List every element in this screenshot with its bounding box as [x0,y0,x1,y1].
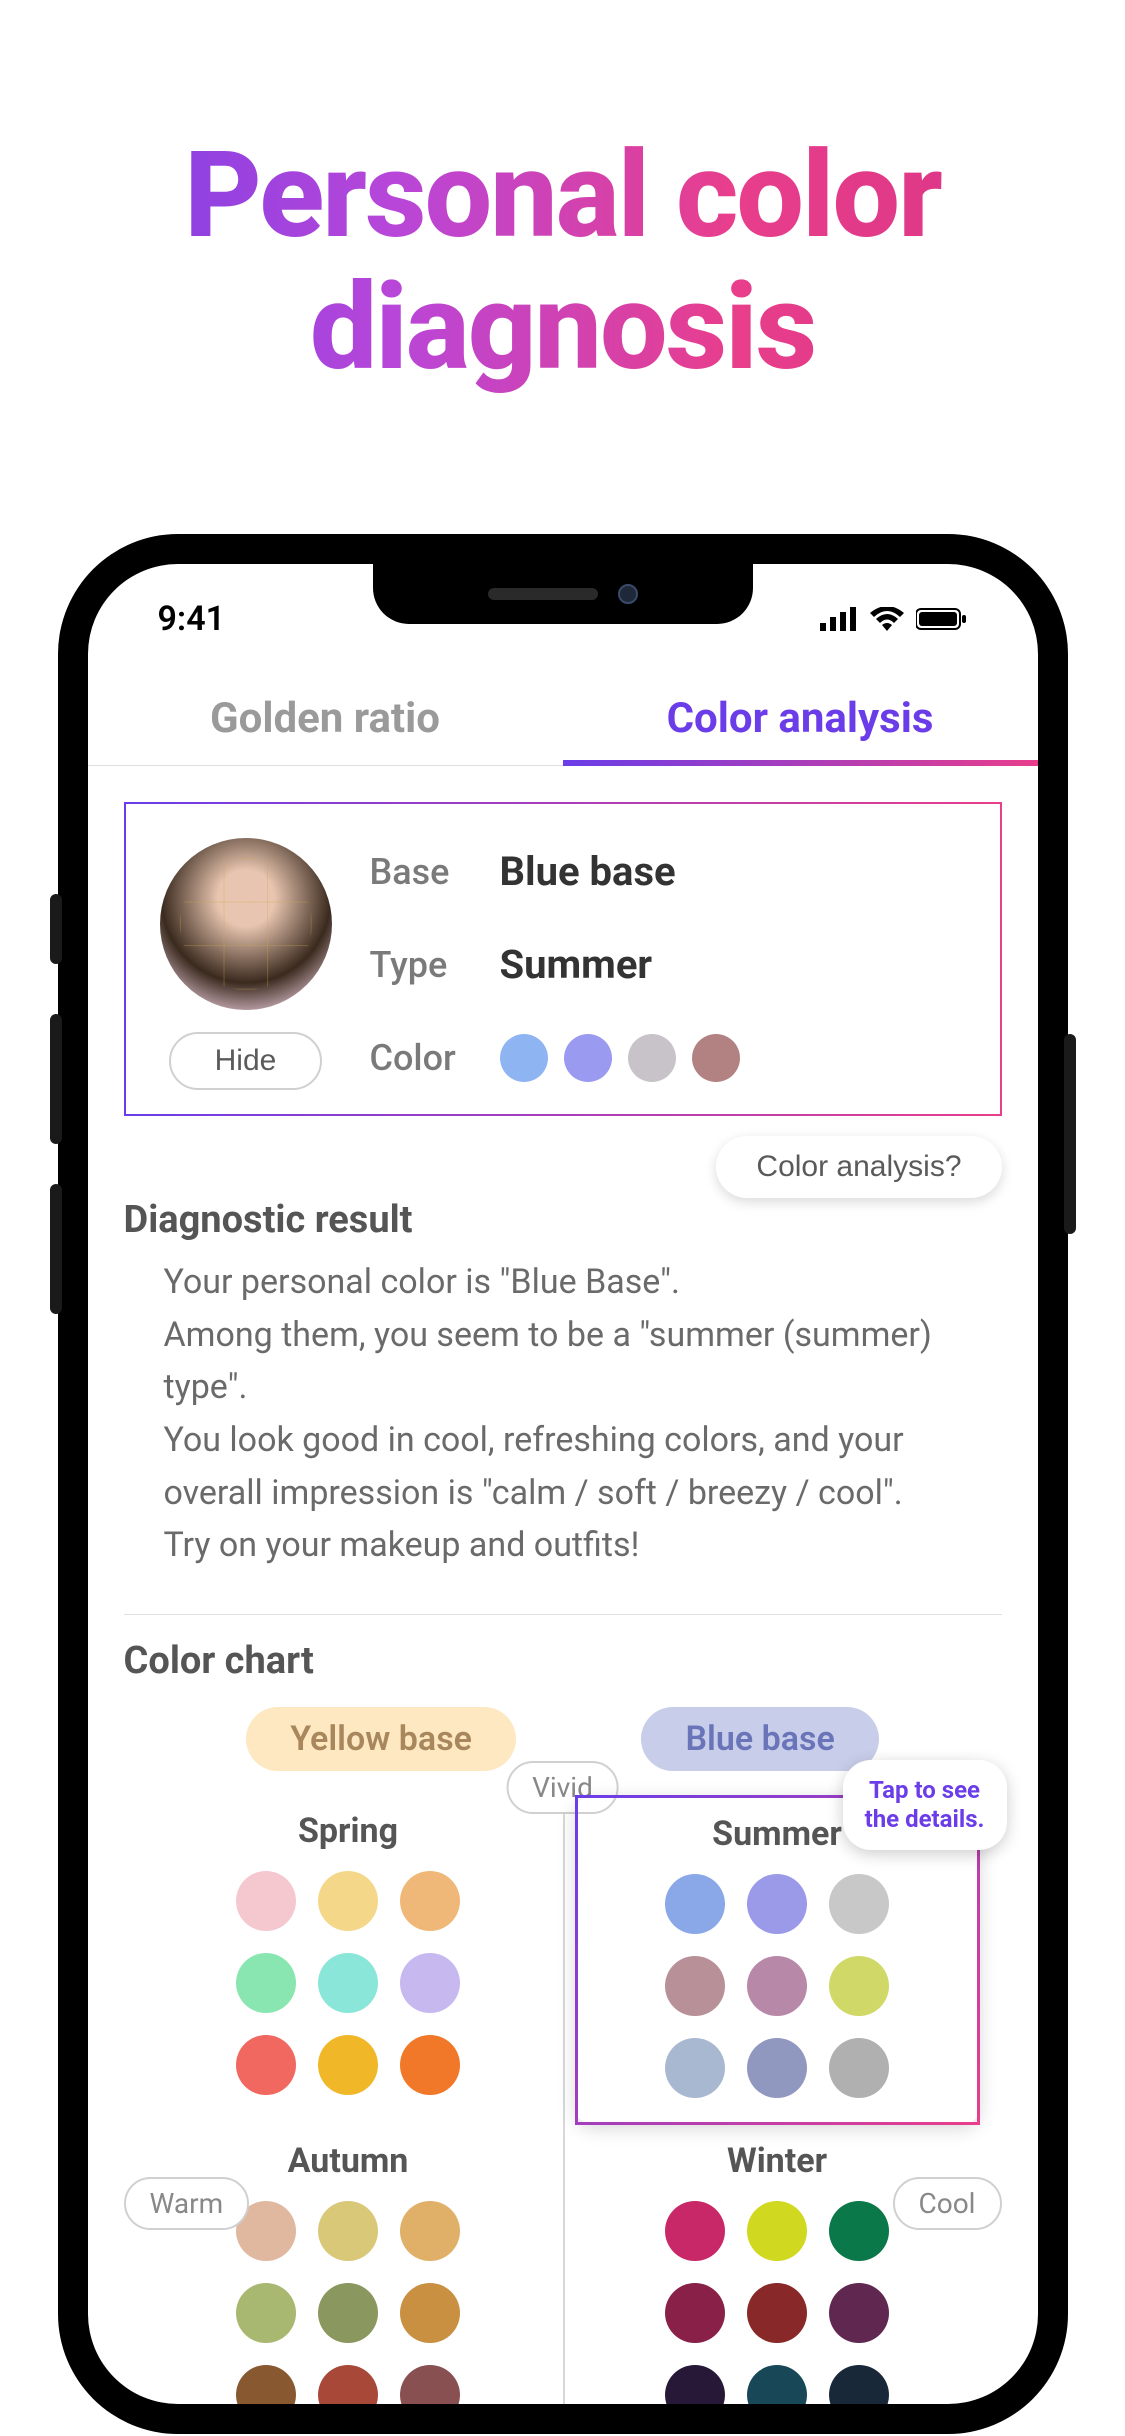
diagnostic-result-body: Your personal color is "Blue Base". Amon… [124,1256,1002,1615]
notch [373,564,753,624]
color-dot [692,1034,740,1082]
color-dot [564,1034,612,1082]
swatch [318,2365,378,2404]
base-label: Base [370,851,500,893]
swatch [236,1953,296,2013]
swatch [318,2201,378,2261]
swatch [400,2035,460,2095]
swatch [400,1871,460,1931]
swatch [318,1953,378,2013]
swatch [829,1956,889,2016]
type-label: Type [370,944,500,986]
swatch [318,2283,378,2343]
swatch [400,2201,460,2261]
color-dot [500,1034,548,1082]
tab-golden-ratio[interactable]: Golden ratio [88,672,563,765]
blue-base-pill: Blue base [641,1707,878,1771]
result-card: Hide Base Blue base Type Summer Color [124,802,1002,1116]
phone-screen: 9:41 Golden ratio Color analysis [88,564,1038,2404]
swatch [829,2283,889,2343]
tap-details-tooltip: Tap to seethe details. [843,1760,1007,1850]
swatch [665,2365,725,2404]
swatch [665,1956,725,2016]
swatch [665,1874,725,1934]
swatch [318,2035,378,2095]
swatch [829,2365,889,2404]
swatch [236,2283,296,2343]
swatch [400,1953,460,2013]
swatch [236,2035,296,2095]
swatch [829,2038,889,2098]
hide-button[interactable]: Hide [169,1032,323,1090]
hero-title: Personal colordiagnosis [0,0,1125,394]
diagnostic-result-title: Diagnostic result [124,1198,1002,1242]
swatch [829,1874,889,1934]
color-chart: Yellow base Blue base Vivid Warm Cool Sp… [124,1707,1002,2404]
swatch [318,1871,378,1931]
swatch [747,2365,807,2404]
swatch [747,2201,807,2261]
base-value: Blue base [500,848,970,895]
phone-frame: 9:41 Golden ratio Color analysis [58,534,1068,2434]
season-spring[interactable]: Spring [164,1811,533,2101]
color-chart-title: Color chart [124,1639,1002,1683]
swatch [400,2365,460,2404]
yellow-base-pill: Yellow base [246,1707,516,1771]
swatch [400,2283,460,2343]
swatch [747,2038,807,2098]
color-analysis-help-button[interactable]: Color analysis? [716,1136,1001,1198]
swatch [236,2365,296,2404]
battery-icon [916,607,968,631]
tabbar: Golden ratio Color analysis [88,672,1038,766]
swatch [747,2283,807,2343]
status-time: 9:41 [158,599,226,639]
axis-warm-label: Warm [124,2177,250,2230]
swatch [829,2201,889,2261]
color-dot [628,1034,676,1082]
type-value: Summer [500,941,970,988]
swatch [236,1871,296,1931]
color-dots [500,1034,970,1082]
tab-color-analysis[interactable]: Color analysis [563,672,1038,765]
avatar[interactable] [156,834,336,1014]
season-summer[interactable]: Tap to seethe details. Summer [575,1795,980,2125]
swatch [747,1874,807,1934]
axis-cool-label: Cool [893,2177,1002,2230]
swatch [665,2038,725,2098]
swatch [665,2283,725,2343]
swatch [665,2201,725,2261]
swatch [747,1956,807,2016]
wifi-icon [870,607,904,631]
signal-icon [820,607,858,631]
color-label: Color [370,1037,500,1079]
